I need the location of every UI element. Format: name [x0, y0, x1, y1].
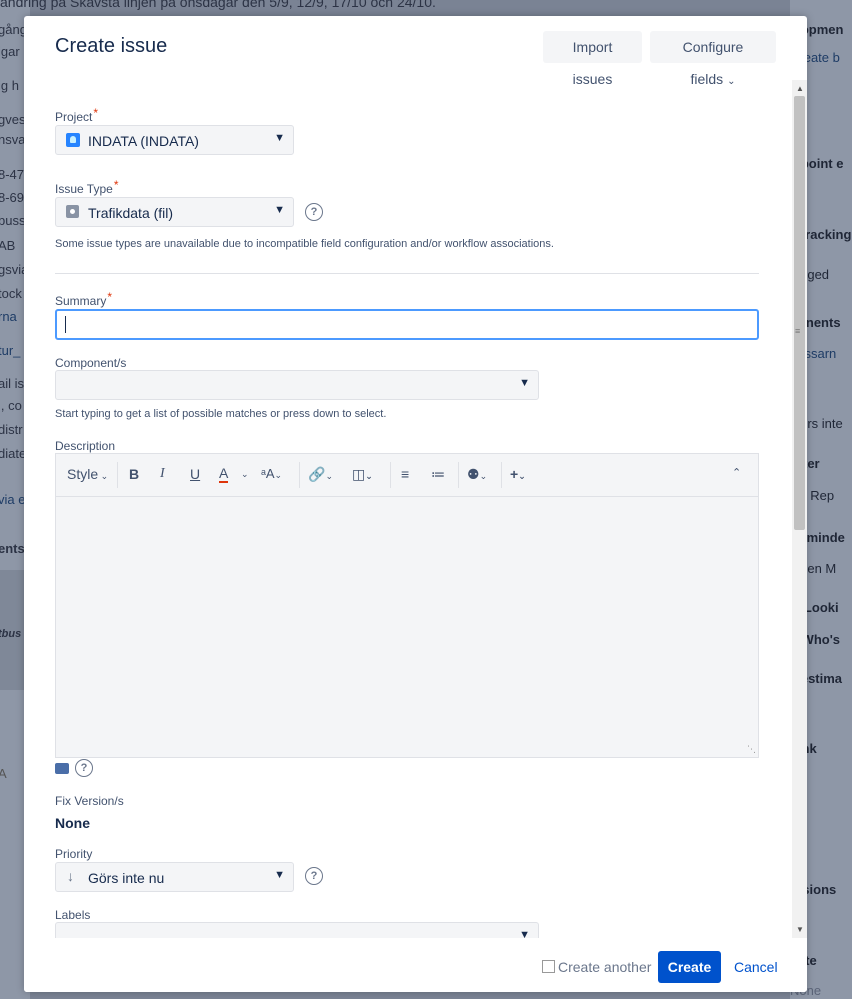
bg-left-link: tur_ — [0, 343, 21, 358]
bg-left-link: rna — [0, 309, 17, 324]
bg-left-logo-text: tbus — [0, 628, 22, 640]
issue-type-icon — [66, 205, 79, 218]
bg-left-text: distr — [0, 422, 23, 437]
components-select[interactable]: ▼ — [55, 370, 539, 400]
help-icon[interactable]: ? — [305, 867, 323, 885]
toolbar-separator — [458, 462, 459, 488]
create-issue-dialog: Create issue Import issues Configure fie… — [24, 16, 807, 992]
collapse-toolbar-icon[interactable]: ⌃ — [732, 466, 741, 479]
emoticon-icon[interactable]: ⚉⌄ — [467, 466, 487, 483]
components-label: Component/s — [55, 356, 127, 370]
bg-left-link: via e — [0, 492, 26, 507]
scroll-down-icon[interactable]: ▼ — [796, 925, 804, 934]
chevron-down-icon[interactable]: ⌄ — [241, 469, 249, 480]
components-hint: Start typing to get a list of possible m… — [55, 408, 387, 420]
chevron-down-icon: ▼ — [519, 377, 530, 389]
labels-label: Labels — [55, 908, 91, 922]
issue-type-hint: Some issue types are unavailable due to … — [55, 238, 554, 250]
toolbar-separator — [390, 462, 391, 488]
description-editor: Style ⌄ B I U A ⌄ ᵃA⌄ 🔗⌄ ◫⌄ ≡ ≔ ⚉⌄ +⌄ ⌃ — [55, 453, 759, 758]
editor-toolbar: Style ⌄ B I U A ⌄ ᵃA⌄ 🔗⌄ ◫⌄ ≡ ≔ ⚉⌄ +⌄ ⌃ — [56, 454, 758, 497]
bg-left-text: diate — [0, 446, 27, 461]
checkbox-icon[interactable] — [542, 960, 555, 973]
arrow-down-icon: ↓ — [67, 868, 74, 884]
form-scrollbar[interactable]: ▲ ≡ ▼ — [792, 80, 807, 938]
link-icon[interactable]: 🔗⌄ — [308, 466, 333, 483]
underline-icon[interactable]: U — [190, 466, 200, 482]
description-label: Description — [55, 439, 116, 453]
priority-select[interactable]: ↓ Görs inte nu ▼ — [55, 862, 294, 892]
create-button[interactable]: Create — [658, 951, 721, 983]
issue-type-value: Trafikdata (fil) — [88, 205, 174, 221]
bg-left-text: ents — [0, 541, 25, 556]
toolbar-separator — [117, 462, 118, 488]
style-dropdown[interactable]: Style ⌄ — [67, 466, 108, 482]
project-label: Project* — [55, 106, 99, 124]
bg-left-text: gång — [0, 22, 27, 37]
bg-left-text: AB — [0, 238, 16, 253]
bg-left-text: 8-47 — [0, 167, 25, 182]
issue-type-label: Issue Type* — [55, 178, 119, 196]
attachment-icon[interactable]: ◫⌄ — [352, 466, 373, 483]
bg-left-text: ig h — [0, 78, 19, 93]
project-select[interactable]: INDATA (INDATA) ▼ — [55, 125, 294, 155]
bg-left-text: A — [0, 766, 7, 781]
required-marker: * — [107, 290, 113, 304]
insert-more-icon[interactable]: +⌄ — [510, 466, 526, 482]
fix-version-label: Fix Version/s — [55, 794, 124, 808]
chevron-down-icon: ▼ — [274, 132, 285, 144]
text-styles-icon[interactable]: ᵃA⌄ — [261, 466, 282, 481]
required-marker: * — [113, 178, 119, 192]
cancel-link[interactable]: Cancel — [734, 959, 778, 975]
resize-handle-icon[interactable]: ⋱ — [747, 744, 756, 755]
import-issues-button[interactable]: Import issues — [543, 31, 642, 87]
bullet-list-icon[interactable]: ≡ — [401, 466, 409, 482]
text-cursor — [65, 316, 66, 333]
project-avatar-icon — [66, 133, 80, 147]
project-value: INDATA (INDATA) — [88, 133, 199, 149]
visual-mode-icon[interactable] — [55, 763, 69, 774]
bg-left-text: 8-69 — [0, 190, 25, 205]
text-color-icon[interactable]: A — [219, 466, 229, 483]
toolbar-separator — [299, 462, 300, 488]
dialog-title: Create issue — [55, 35, 168, 57]
issue-type-select[interactable]: Trafikdata (fil) ▼ — [55, 197, 294, 227]
help-icon[interactable]: ? — [305, 203, 323, 221]
bold-icon[interactable]: B — [129, 466, 139, 482]
description-textarea[interactable] — [56, 497, 758, 757]
form-divider — [55, 273, 759, 274]
chevron-down-icon: ▼ — [274, 869, 285, 881]
chevron-down-icon: ▼ — [519, 929, 530, 938]
labels-select[interactable]: ▼ — [55, 922, 539, 938]
configure-fields-button[interactable]: Configure fields ⌄ — [650, 31, 776, 87]
help-icon[interactable]: ? — [75, 759, 93, 777]
create-another-label: Create another — [558, 959, 652, 975]
toolbar-separator — [501, 462, 502, 488]
bg-left-text: tock — [0, 286, 22, 301]
create-another-checkbox[interactable]: Create another — [542, 959, 651, 975]
bg-left-text: ail is — [0, 376, 25, 391]
form-content: Project* INDATA (INDATA) ▼ Issue Type* T… — [24, 80, 792, 938]
dialog-footer: Create another Create Cancel — [24, 938, 807, 992]
bg-left-text: buss — [0, 213, 26, 228]
scroll-up-icon[interactable]: ▲ — [796, 84, 804, 93]
chevron-down-icon: ▼ — [274, 204, 285, 216]
background-top-text: ändring på Skavsta linjen på onsdagar de… — [0, 0, 436, 10]
required-marker: * — [93, 106, 99, 120]
priority-label: Priority — [55, 847, 93, 861]
scrollbar-thumb[interactable]: ≡ — [794, 96, 805, 530]
italic-icon[interactable]: I — [160, 466, 165, 482]
bg-left-text: nsva — [0, 132, 26, 147]
summary-input[interactable] — [55, 309, 759, 340]
priority-value: Görs inte nu — [88, 870, 165, 886]
grip-icon: ≡ — [795, 326, 801, 336]
summary-label: Summary* — [55, 290, 113, 308]
numbered-list-icon[interactable]: ≔ — [431, 466, 445, 483]
fix-version-value: None — [55, 815, 90, 831]
bg-left-text: igar — [0, 44, 20, 59]
bg-left-text: gves — [0, 112, 26, 127]
bg-left-text: l, co — [0, 398, 22, 413]
